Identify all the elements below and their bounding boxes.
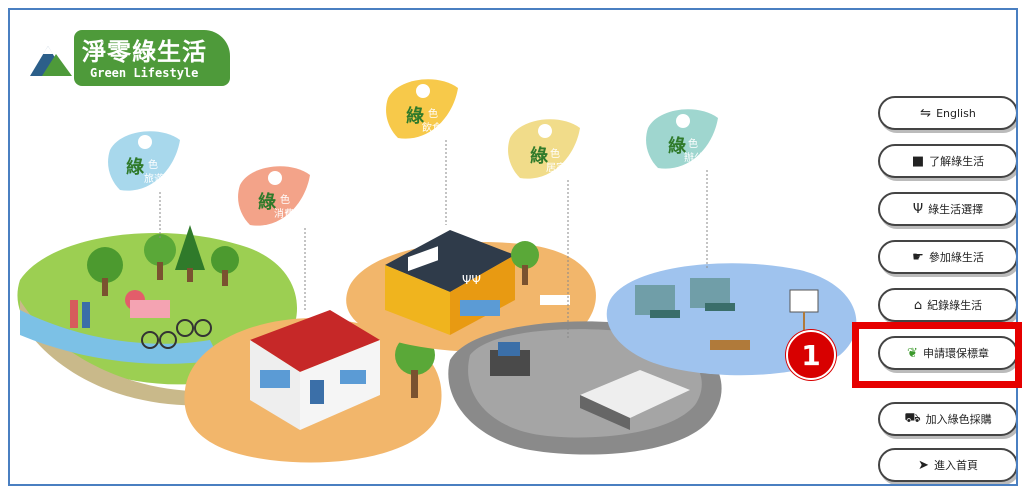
- learn-green-life-button[interactable]: ■ 了解綠生活: [878, 144, 1016, 178]
- book-icon: ■: [911, 153, 925, 169]
- join-green-life-button[interactable]: ☛ 參加綠生活: [878, 240, 1016, 274]
- record-green-life-button[interactable]: ⌂ 紀錄綠生活: [878, 288, 1016, 322]
- svg-text:居家: 居家: [546, 161, 566, 174]
- green-life-choice-label: 綠生活選擇: [928, 203, 984, 216]
- svg-text:消費: 消費: [274, 207, 294, 220]
- svg-text:色: 色: [688, 137, 698, 150]
- join-green-life-label: 參加綠生活: [928, 251, 984, 264]
- green-life-illustration: ΨΨ 綠 色 旅遊 綠 色 消費 綠 色 飲食 綠 色 居家 綠 色 辦公: [17, 79, 857, 463]
- leaf-green-dining[interactable]: 綠 色 飲食: [386, 79, 458, 225]
- green-procurement-label: 加入綠色採購: [925, 413, 992, 426]
- send-icon: ➤: [918, 457, 929, 473]
- highlight-box: [852, 322, 1022, 388]
- green-procurement-button[interactable]: ⛟ 加入綠色採購: [878, 402, 1016, 436]
- svg-text:色: 色: [550, 147, 560, 160]
- leaf-green-office[interactable]: 綠 色 辦公: [646, 109, 718, 270]
- svg-text:飲食: 飲食: [422, 121, 442, 134]
- language-icon: ⇋: [920, 105, 932, 121]
- svg-text:旅遊: 旅遊: [144, 172, 164, 185]
- step-number-badge: 1: [786, 330, 836, 380]
- home-icon: ⌂: [913, 297, 923, 313]
- thumbs-up-icon: ☛: [912, 249, 924, 265]
- svg-text:色: 色: [148, 158, 158, 171]
- page-frame: 淨零綠生活 Green Lifestyle ΨΨ 綠 色 旅遊 綠 色 消費 綠…: [8, 8, 1018, 486]
- english-label: English: [936, 106, 976, 120]
- english-button[interactable]: ⇋ English: [878, 96, 1016, 130]
- utensils-icon: Ψ: [912, 201, 924, 217]
- leaf-green-travel[interactable]: 綠 色 旅遊: [108, 131, 180, 240]
- cart-icon: ⛟: [904, 410, 921, 426]
- svg-text:色: 色: [428, 107, 438, 120]
- enter-homepage-button[interactable]: ➤ 進入首頁: [878, 448, 1016, 482]
- svg-text:辦公: 辦公: [684, 151, 704, 164]
- learn-green-life-label: 了解綠生活: [929, 155, 985, 168]
- svg-text:色: 色: [280, 193, 290, 206]
- green-life-choice-button[interactable]: Ψ 綠生活選擇: [878, 192, 1016, 226]
- record-green-life-label: 紀錄綠生活: [927, 299, 983, 312]
- restaurant-sign: ΨΨ: [462, 273, 481, 287]
- svg-text:綠: 綠: [126, 156, 145, 178]
- enter-homepage-label: 進入首頁: [933, 459, 978, 472]
